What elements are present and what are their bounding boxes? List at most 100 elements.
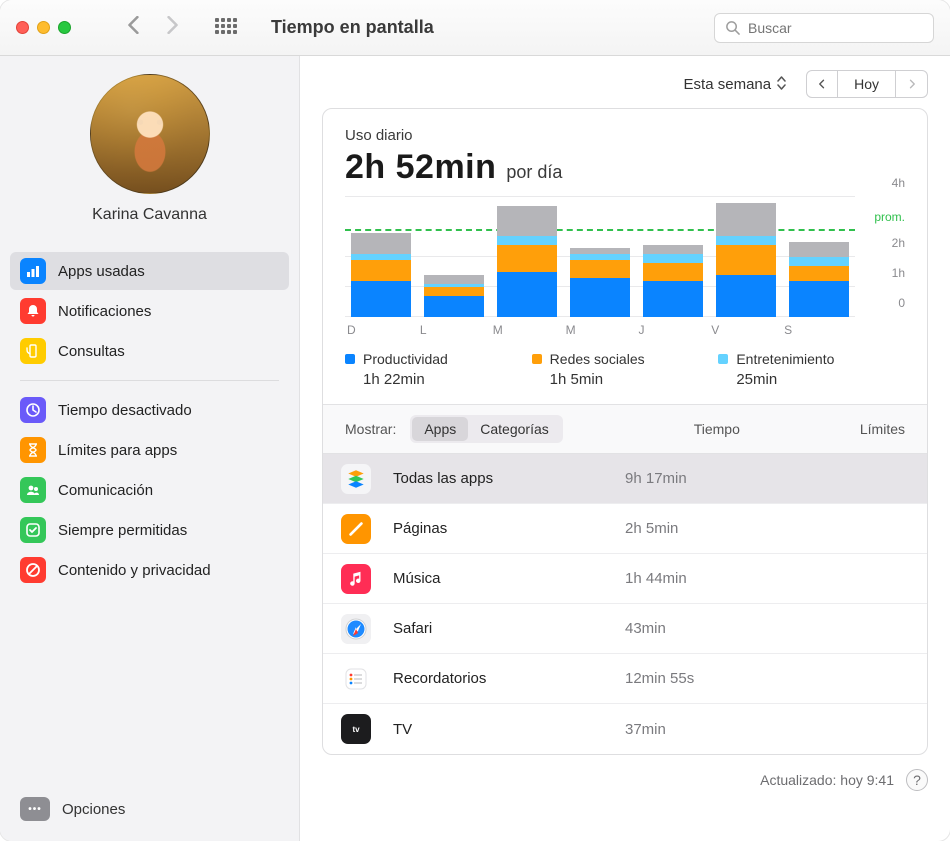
- app-time: 1h 44min: [625, 570, 785, 587]
- updated-label: Actualizado: hoy 9:41: [760, 772, 894, 788]
- legend-value: 25min: [736, 371, 905, 388]
- sidebar-item-label: Apps usadas: [58, 263, 145, 280]
- forward-button[interactable]: [165, 16, 179, 40]
- app-name: Música: [393, 570, 625, 587]
- chart-bar: [497, 206, 557, 317]
- clock-icon: [20, 397, 46, 423]
- usage-chart: DLMMJVS 01h2h4hprom.: [323, 197, 927, 345]
- usage-suffix: por día: [506, 162, 562, 183]
- chart-legend: Productividad1h 22minRedes sociales1h 5m…: [323, 345, 927, 404]
- chart-bar: [643, 245, 703, 317]
- app-name: TV: [393, 721, 625, 738]
- sidebar-item-limites[interactable]: Límites para apps: [10, 431, 289, 469]
- usage-value: 2h 52min: [345, 148, 496, 187]
- app-time: 12min 55s: [625, 670, 785, 687]
- app-row[interactable]: tv TV37min: [323, 704, 927, 754]
- legend-swatch: [345, 354, 355, 364]
- svg-text:tv: tv: [352, 725, 360, 734]
- bars-icon: [20, 258, 46, 284]
- search-field[interactable]: [714, 13, 934, 43]
- fullscreen-window-button[interactable]: [58, 21, 71, 34]
- profile-name: Karina Cavanna: [92, 206, 207, 224]
- usage-header: Uso diario 2h 52min por día: [323, 109, 927, 197]
- sidebar-item-tiempo-desactivado[interactable]: Tiempo desactivado: [10, 391, 289, 429]
- app-row[interactable]: Recordatorios12min 55s: [323, 654, 927, 704]
- usage-panel: Uso diario 2h 52min por día DLMMJVS: [322, 108, 928, 755]
- sidebar-item-label: Tiempo desactivado: [58, 402, 192, 419]
- sidebar-item-label: Límites para apps: [58, 442, 177, 459]
- sidebar-item-consultas[interactable]: Consultas: [10, 332, 289, 370]
- legend-swatch: [532, 354, 542, 364]
- reminders-icon: [341, 664, 371, 694]
- sidebar-options[interactable]: ••• Opciones: [10, 789, 289, 829]
- today-button[interactable]: Hoy: [838, 70, 896, 98]
- filter-row: Mostrar: AppsCategorías Tiempo Límites: [323, 404, 927, 454]
- show-label: Mostrar:: [345, 421, 396, 437]
- close-window-button[interactable]: [16, 21, 29, 34]
- sidebar-item-apps-usadas[interactable]: Apps usadas: [10, 252, 289, 290]
- today-label: Hoy: [854, 76, 879, 92]
- next-period-button[interactable]: [896, 70, 928, 98]
- legend-item: Redes sociales1h 5min: [532, 351, 719, 388]
- app-name: Todas las apps: [393, 470, 625, 487]
- filter-tabs: AppsCategorías: [410, 415, 562, 443]
- sidebar: Karina Cavanna Apps usadas Notificaciones…: [0, 56, 300, 841]
- legend-item: Productividad1h 22min: [345, 351, 532, 388]
- app-name: Safari: [393, 620, 625, 637]
- profile: Karina Cavanna: [10, 74, 289, 242]
- filter-tab[interactable]: Categorías: [468, 417, 560, 441]
- minimize-window-button[interactable]: [37, 21, 50, 34]
- sidebar-item-label: Contenido y privacidad: [58, 562, 211, 579]
- app-row[interactable]: Música1h 44min: [323, 554, 927, 604]
- col-limits: Límites: [860, 421, 905, 437]
- bell-icon: [20, 298, 46, 324]
- options-label: Opciones: [62, 801, 125, 818]
- window-controls: [16, 21, 71, 34]
- sidebar-item-contenido[interactable]: Contenido y privacidad: [10, 551, 289, 589]
- chart-bar: [789, 242, 849, 317]
- titlebar: Tiempo en pantalla: [0, 0, 950, 56]
- legend-label: Productividad: [363, 351, 448, 367]
- pickup-icon: [20, 338, 46, 364]
- search-input[interactable]: [748, 20, 923, 36]
- sidebar-item-label: Notificaciones: [58, 303, 151, 320]
- app-row[interactable]: Páginas2h 5min: [323, 504, 927, 554]
- sidebar-item-siempre[interactable]: Siempre permitidas: [10, 511, 289, 549]
- date-nav: Hoy: [806, 70, 928, 98]
- nav-buttons: [127, 16, 179, 40]
- sidebar-item-notificaciones[interactable]: Notificaciones: [10, 292, 289, 330]
- avatar[interactable]: [90, 74, 210, 194]
- app-row[interactable]: Safari43min: [323, 604, 927, 654]
- people-icon: [20, 477, 46, 503]
- legend-value: 1h 5min: [550, 371, 719, 388]
- pages-icon: [341, 514, 371, 544]
- sidebar-item-label: Consultas: [58, 343, 125, 360]
- legend-label: Entretenimiento: [736, 351, 834, 367]
- usage-title: Uso diario: [345, 127, 905, 144]
- prev-period-button[interactable]: [806, 70, 838, 98]
- app-time: 2h 5min: [625, 520, 785, 537]
- help-button[interactable]: ?: [906, 769, 928, 791]
- chevron-updown-icon: [777, 76, 786, 93]
- filter-tab[interactable]: Apps: [412, 417, 468, 441]
- app-time: 43min: [625, 620, 785, 637]
- period-toolbar: Esta semana Hoy: [300, 56, 950, 108]
- chart-bar: [570, 248, 630, 317]
- all-prefs-grid-icon[interactable]: [215, 18, 235, 38]
- app-list: Todas las apps9h 17minPáginas2h 5minMúsi…: [323, 454, 927, 754]
- col-time: Tiempo: [694, 421, 740, 437]
- app-time: 37min: [625, 721, 785, 738]
- app-name: Recordatorios: [393, 670, 625, 687]
- tv-icon: tv: [341, 714, 371, 744]
- sidebar-item-comunicacion[interactable]: Comunicación: [10, 471, 289, 509]
- period-popup[interactable]: Esta semana: [674, 72, 797, 97]
- app-row[interactable]: Todas las apps9h 17min: [323, 454, 927, 504]
- back-button[interactable]: [127, 16, 141, 40]
- stack-icon: [341, 464, 371, 494]
- hourglass-icon: [20, 437, 46, 463]
- ellipsis-icon: •••: [20, 797, 50, 821]
- main: Esta semana Hoy: [300, 56, 950, 841]
- window-title: Tiempo en pantalla: [271, 17, 434, 38]
- check-icon: [20, 517, 46, 543]
- window: Tiempo en pantalla Karina Cavanna Apps u…: [0, 0, 950, 841]
